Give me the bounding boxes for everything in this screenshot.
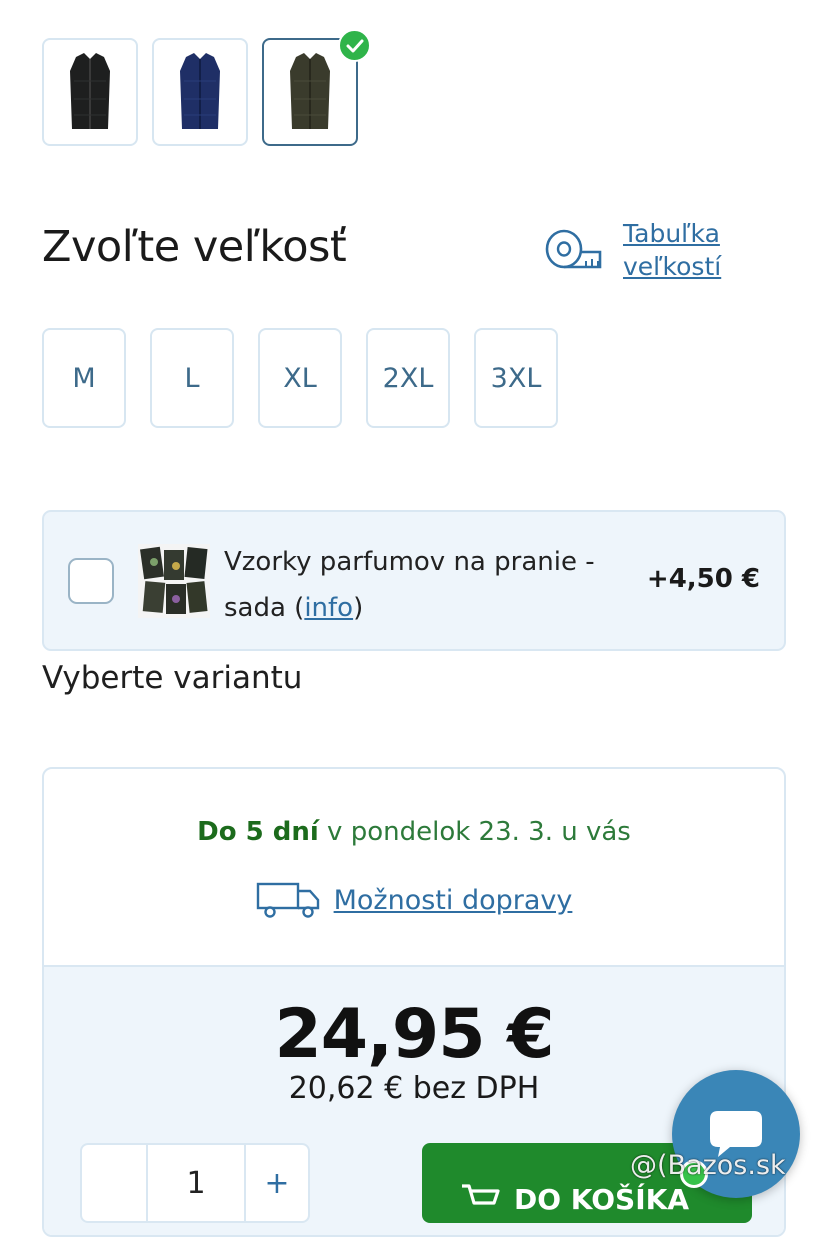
color-swatch-navy[interactable] [152,38,248,146]
delivery-estimate: Do 5 dní v pondelok 23. 3. u vás [44,817,784,847]
vest-olive-image [290,53,330,129]
addon-info-link[interactable]: info [304,593,353,623]
perfume-samples-thumbnail [138,544,210,618]
size-table-link-line1: Tabuľka [623,219,720,248]
selected-check-icon [338,29,371,62]
price-with-vat: 24,95 € [274,995,554,1074]
delivery-date: v pondelok 23. 3. u vás [318,817,631,847]
quantity-increase-button[interactable]: + [244,1145,308,1221]
quantity-stepper: 1 + [80,1143,310,1223]
addon-price: +4,50 € [646,564,760,594]
delivery-truck-icon [256,882,319,918]
size-option-l[interactable]: L [150,328,234,428]
addon-offer-card: Vzorky parfumov na pranie - sada (info) … [42,510,786,651]
quantity-input[interactable]: 1 [148,1145,244,1221]
size-table-link[interactable]: Tabuľka veľkostí [623,217,721,283]
price-without-vat: 20,62 € bez DPH [288,1071,540,1106]
measuring-tape-icon [544,226,602,276]
price-panel: 24,95 € 20,62 € bez DPH 1 + DO KOŠÍKA [44,965,784,1235]
size-option-3xl[interactable]: 3XL [474,328,558,428]
cart-icon [462,1184,500,1205]
color-swatch-black[interactable] [42,38,138,146]
vest-black-image [70,53,110,129]
delivery-days: Do 5 dní [197,817,319,847]
quantity-decrease-button[interactable] [82,1145,148,1221]
vest-navy-image [180,53,220,129]
watermark: @(Bazos.sk [630,1150,786,1181]
addon-text-main: Vzorky parfumov na pranie - sada ( [224,547,595,623]
size-section-title: Zvoľte veľkosť [42,222,347,272]
addon-description: Vzorky parfumov na pranie - sada (info) [224,539,654,631]
shipping-options-row[interactable]: Možnosti dopravy [44,881,784,919]
addon-checkbox[interactable] [68,558,114,604]
size-table-link-line2: veľkostí [623,252,722,281]
addon-text-close: ) [353,593,364,623]
size-option-xl[interactable]: XL [258,328,342,428]
size-option-2xl[interactable]: 2XL [366,328,450,428]
shipping-options-link[interactable]: Možnosti dopravy [334,885,573,916]
size-option-m[interactable]: M [42,328,126,428]
variant-note: Vyberte variantu [42,660,303,696]
